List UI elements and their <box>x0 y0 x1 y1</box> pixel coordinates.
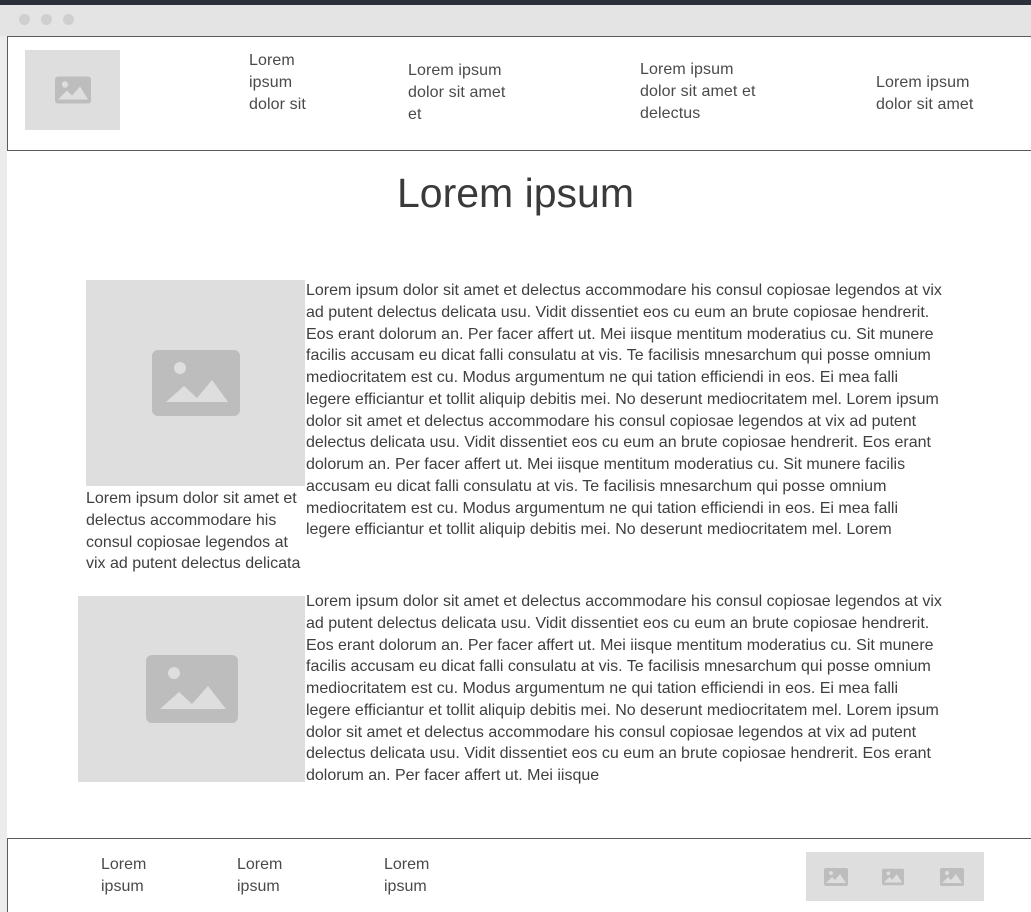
nav-item-2[interactable]: Lorem ipsum dolor sit amet et <box>408 60 512 126</box>
image-icon <box>151 350 240 416</box>
footer-icon-group <box>806 852 984 901</box>
paragraph-2: Lorem ipsum dolor sit amet et delectus a… <box>306 593 942 784</box>
image-icon[interactable] <box>824 867 848 886</box>
page-title: Lorem ipsum <box>397 170 634 216</box>
image-icon[interactable] <box>940 867 964 886</box>
window-minimize-dot[interactable] <box>41 14 52 25</box>
footer-link-2[interactable]: Lorem ipsum <box>237 854 307 898</box>
nav-item-4[interactable]: Lorem ipsum dolor sit amet <box>876 72 996 116</box>
window-maximize-dot[interactable] <box>63 14 74 25</box>
content-image-1 <box>86 280 305 486</box>
paragraph-1: Lorem ipsum dolor sit amet et delectus a… <box>306 282 942 539</box>
window-close-dot[interactable] <box>19 14 30 25</box>
footer-link-3[interactable]: Lorem ipsum <box>384 854 454 898</box>
footer-link-1[interactable]: Lorem ipsum <box>101 854 171 898</box>
image-icon[interactable] <box>882 868 904 885</box>
site-header: Lorem ipsum dolor sit Lorem ipsum dolor … <box>7 36 1031 151</box>
logo-placeholder[interactable] <box>25 50 120 130</box>
nav-item-3[interactable]: Lorem ipsum dolor sit amet et delectus <box>640 59 762 125</box>
image-icon <box>54 76 91 104</box>
nav-item-1[interactable]: Lorem ipsum dolor sit <box>249 50 329 116</box>
site-footer: Lorem ipsum Lorem ipsum Lorem ipsum <box>7 838 1031 912</box>
window-chrome <box>0 5 1031 36</box>
content-image-2 <box>78 596 305 782</box>
image-icon <box>145 655 238 723</box>
image-caption: Lorem ipsum dolor sit amet et delectus a… <box>86 490 301 573</box>
